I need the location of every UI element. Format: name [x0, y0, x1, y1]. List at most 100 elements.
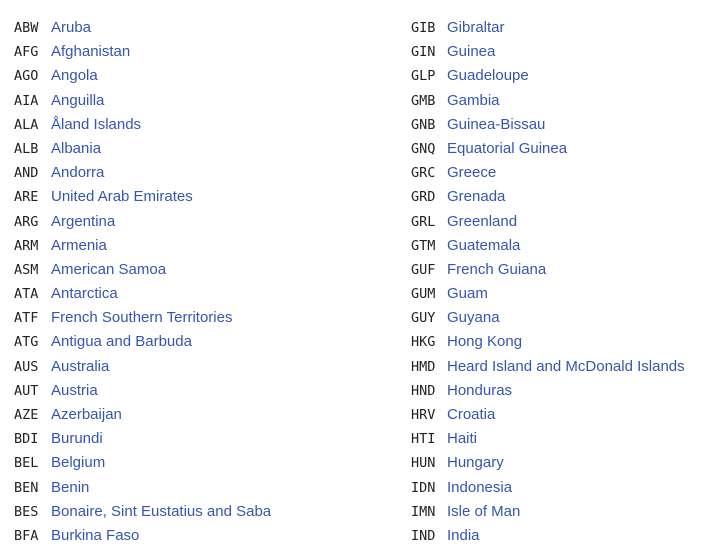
country-code-row: HRV Croatia: [411, 403, 685, 427]
country-link[interactable]: Antigua and Barbuda: [51, 333, 192, 350]
country-code: ABW: [14, 20, 39, 36]
country-code: AGO: [14, 68, 39, 85]
country-code: AUT: [14, 382, 39, 399]
country-link[interactable]: Hungary: [447, 454, 504, 471]
country-code: ARM: [14, 237, 39, 254]
country-link[interactable]: Austria: [51, 382, 98, 399]
country-link[interactable]: Angola: [51, 67, 98, 84]
country-link[interactable]: Antarctica: [51, 285, 118, 302]
country-link[interactable]: Gambia: [447, 92, 500, 109]
country-link[interactable]: Armenia: [51, 237, 107, 254]
country-code-list-right: GIB Gibraltar GIN Guinea GLP Guadeloupe GMB Gam…: [411, 16, 685, 548]
country-link[interactable]: Indonesia: [447, 479, 512, 496]
country-code: GNB: [411, 116, 436, 133]
country-link[interactable]: Benin: [51, 479, 89, 496]
country-link[interactable]: Hong Kong: [447, 333, 522, 350]
country-code: GTM: [411, 237, 436, 254]
country-code-row: HND Honduras: [411, 379, 685, 403]
country-code-row: AUS Australia: [14, 355, 271, 379]
country-link[interactable]: Andorra: [51, 164, 104, 181]
country-link[interactable]: Greenland: [447, 213, 517, 230]
country-link[interactable]: Albania: [51, 140, 101, 157]
country-link[interactable]: Guadeloupe: [447, 67, 529, 84]
country-code: ALB: [14, 140, 39, 157]
country-link[interactable]: India: [447, 527, 480, 544]
country-link[interactable]: Argentina: [51, 213, 115, 230]
country-link[interactable]: United Arab Emirates: [51, 188, 193, 205]
country-code: ATF: [14, 310, 39, 327]
country-code: HRV: [411, 407, 436, 423]
country-code: GRL: [411, 213, 436, 230]
country-code-row: GRD Grenada: [411, 185, 685, 209]
country-link[interactable]: Aruba: [51, 19, 91, 36]
country-code: GUM: [411, 286, 436, 303]
country-link[interactable]: Belgium: [51, 454, 105, 471]
country-code-row: BFA Burkina Faso: [14, 524, 271, 548]
country-link[interactable]: Gibraltar: [447, 19, 505, 36]
country-code-row: AIA Anguilla: [14, 89, 271, 113]
country-code-row: GIB Gibraltar: [411, 16, 685, 40]
country-link[interactable]: Heard Island and McDonald Islands: [447, 358, 685, 375]
country-code-row: IMN Isle of Man: [411, 500, 685, 524]
country-link[interactable]: Isle of Man: [447, 503, 520, 520]
country-code-row: GMB Gambia: [411, 89, 685, 113]
country-link[interactable]: Equatorial Guinea: [447, 140, 567, 157]
country-code: ALA: [14, 116, 39, 133]
country-code: AFG: [14, 44, 39, 61]
country-code: GUY: [411, 310, 436, 327]
country-code: HUN: [411, 455, 436, 472]
country-link[interactable]: Grenada: [447, 188, 505, 205]
country-link[interactable]: Haiti: [447, 430, 477, 447]
country-code-row: AND Andorra: [14, 161, 271, 185]
country-code-row: AGO Angola: [14, 64, 271, 88]
country-code: HMD: [411, 358, 436, 375]
country-code: HTI: [411, 431, 436, 448]
country-code: GIB: [411, 20, 436, 36]
country-code: GIN: [411, 44, 436, 61]
country-link[interactable]: Anguilla: [51, 92, 104, 109]
country-link[interactable]: Honduras: [447, 382, 512, 399]
country-code-row: GRC Greece: [411, 161, 685, 185]
country-code-row: GUY Guyana: [411, 306, 685, 330]
country-link[interactable]: Guyana: [447, 309, 500, 326]
country-code-row: BEN Benin: [14, 476, 271, 500]
country-code: AIA: [14, 92, 39, 109]
country-code: AZE: [14, 407, 39, 423]
country-link[interactable]: French Guiana: [447, 261, 546, 278]
country-code: IDN: [411, 479, 436, 496]
country-code-row: GUF French Guiana: [411, 258, 685, 282]
country-link[interactable]: Guinea-Bissau: [447, 116, 545, 133]
country-code: BFA: [14, 527, 39, 544]
country-code: GRD: [411, 189, 436, 206]
country-code-row: HTI Haiti: [411, 427, 685, 451]
country-link[interactable]: Burkina Faso: [51, 527, 139, 544]
country-link[interactable]: Guam: [447, 285, 488, 302]
country-code: HKG: [411, 334, 436, 351]
country-code-row: ALB Albania: [14, 137, 271, 161]
country-code-row: ARG Argentina: [14, 210, 271, 234]
country-code: IMN: [411, 503, 436, 520]
country-code-row: GIN Guinea: [411, 40, 685, 64]
country-link[interactable]: American Samoa: [51, 261, 166, 278]
country-code: BEN: [14, 479, 39, 496]
country-code-row: ALA Åland Islands: [14, 113, 271, 137]
country-link[interactable]: Bonaire, Sint Eustatius and Saba: [51, 503, 271, 520]
country-link[interactable]: Azerbaijan: [51, 406, 122, 423]
country-code-row: ARE United Arab Emirates: [14, 185, 271, 209]
country-link[interactable]: Australia: [51, 358, 109, 375]
country-link[interactable]: Greece: [447, 164, 496, 181]
country-code-row: HKG Hong Kong: [411, 330, 685, 354]
country-link[interactable]: Guatemala: [447, 237, 520, 254]
country-link[interactable]: Burundi: [51, 430, 103, 447]
country-code-row: ASM American Samoa: [14, 258, 271, 282]
country-code: GMB: [411, 92, 436, 109]
country-link[interactable]: French Southern Territories: [51, 309, 232, 326]
country-link[interactable]: Guinea: [447, 43, 495, 60]
country-link[interactable]: Croatia: [447, 406, 495, 423]
country-link[interactable]: Afghanistan: [51, 43, 130, 60]
country-code-row: AZE Azerbaijan: [14, 403, 271, 427]
country-code-row: GUM Guam: [411, 282, 685, 306]
country-link[interactable]: Åland Islands: [51, 116, 141, 133]
country-code: GLP: [411, 68, 436, 85]
country-code-row: AFG Afghanistan: [14, 40, 271, 64]
